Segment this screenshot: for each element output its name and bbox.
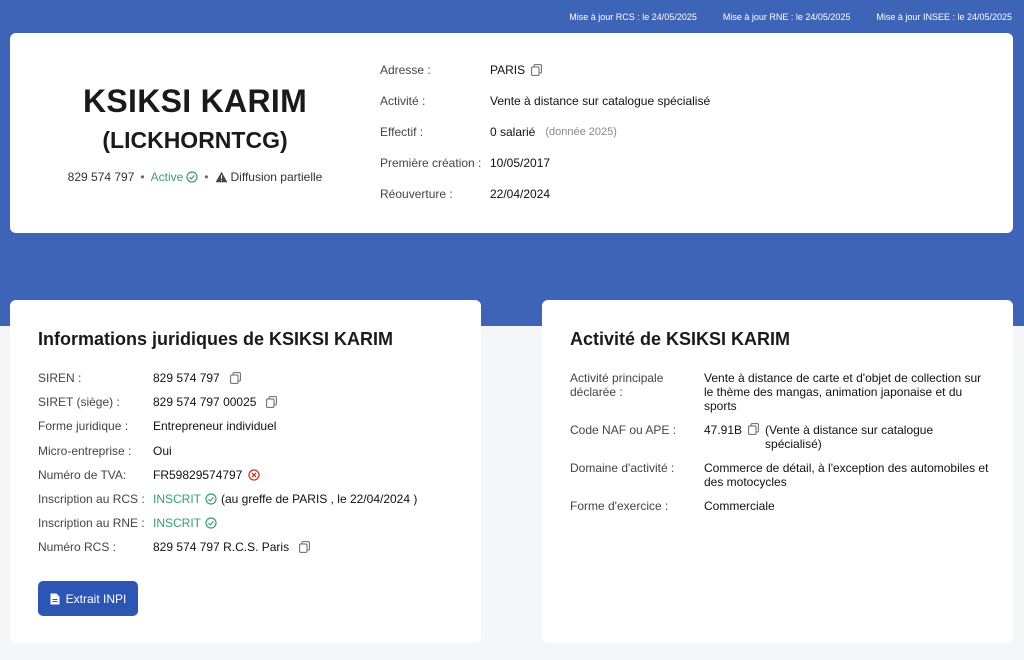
legal-row-form: Forme juridique : Entrepreneur individue…: [38, 419, 417, 443]
company-identity: KSIKSI KARIM (LICKHORNTCG) 829 574 797 •…: [10, 33, 380, 233]
legal-info-title: Informations juridiques de KSIKSI KARIM: [38, 329, 394, 349]
legal-row-siret: SIRET (siège) : 829 574 797 00025: [38, 395, 417, 419]
legal-form-value: Entrepreneur individuel: [153, 419, 277, 434]
exercise-value: Commerciale: [704, 499, 775, 513]
activity-title: Activité de KSIKSI KARIM: [570, 329, 791, 349]
copy-icon[interactable]: [299, 541, 310, 554]
summary-value: 0 salarié (donnée 2025): [490, 125, 617, 139]
update-insee: Mise à jour INSEE : le 24/05/2025: [876, 12, 1012, 22]
summary-label: Première création :: [380, 156, 482, 170]
activity-rows: Activité principale déclarée : Vente à d…: [570, 371, 990, 523]
summary-row-creation: Première création : 10/05/2017: [380, 156, 710, 187]
micro-value: Oui: [153, 443, 172, 458]
legal-info-rows: SIREN : 829 574 797 SIRET (siège) : 829 …: [38, 371, 417, 565]
activity-label: Code NAF ou APE :: [570, 423, 677, 437]
summary-row-activity: Activité : Vente à distance sur catalogu…: [380, 94, 710, 125]
rcs-status: INSCRIT: [153, 491, 201, 506]
legal-row-rcs: Inscription au RCS : INSCRIT (au greffe …: [38, 492, 417, 516]
creation-value: 10/05/2017: [490, 156, 551, 170]
summary-row-reopening: Réouverture : 22/04/2024: [380, 187, 710, 218]
hero-siren: 829 574 797: [67, 170, 135, 184]
rcs-detail: (au greffe de PARIS , le 22/04/2024 ): [221, 491, 418, 506]
headcount-value: 0 salarié: [490, 125, 536, 139]
legal-value: INSCRIT (au greffe de PARIS , le 22/04/2…: [153, 492, 417, 506]
company-header-card: KSIKSI KARIM (LICKHORNTCG) 829 574 797 •…: [10, 33, 1013, 233]
summary-label: Activité :: [380, 94, 426, 108]
activity-card: Activité de KSIKSI KARIM Activité princi…: [542, 300, 1013, 643]
summary-label: Effectif :: [380, 125, 424, 139]
rne-status: INSCRIT: [153, 516, 201, 531]
check-circle-icon: [205, 517, 217, 529]
diffusion-label: Diffusion partielle: [230, 170, 323, 184]
activity-value: 47.91B (Vente à distance sur catalogue s…: [704, 423, 990, 451]
x-circle-icon: [248, 469, 261, 481]
activity-row-exercise: Forme d'exercice : Commerciale: [570, 499, 990, 513]
update-rne: Mise à jour RNE : le 24/05/2025: [722, 12, 851, 22]
copy-icon[interactable]: [266, 396, 278, 409]
address-value: PARIS: [490, 63, 526, 77]
extrait-inpi-label: Extrait INPI: [65, 591, 127, 606]
summary-label: Adresse :: [380, 63, 431, 77]
document-icon: [50, 593, 60, 605]
legal-value: INSCRIT: [153, 516, 217, 530]
domain-value: Commerce de détail, à l'exception des au…: [704, 461, 989, 489]
company-meta: 829 574 797 • Active • Diffusion partiel…: [10, 170, 380, 184]
legal-value: FR59829574797: [153, 467, 261, 482]
check-circle-icon: [186, 171, 198, 183]
legal-label: SIRET (siège) :: [38, 395, 120, 410]
legal-row-rne: Inscription au RNE : INSCRIT: [38, 516, 417, 540]
summary-label: Réouverture :: [380, 187, 453, 201]
summary-value: PARIS: [490, 63, 543, 77]
activity-row-domain: Domaine d'activité : Commerce de détail,…: [570, 461, 990, 489]
company-summary: Adresse : PARIS Activité : Vente à dista…: [380, 63, 710, 218]
legal-value: 829 574 797: [153, 371, 241, 385]
company-alias: (LICKHORNTCG): [102, 127, 288, 153]
activity-label: Forme d'exercice :: [570, 499, 669, 513]
summary-row-address: Adresse : PARIS: [380, 63, 710, 94]
legal-row-vat: Numéro de TVA: FR59829574797: [38, 468, 417, 492]
separator: •: [204, 170, 209, 184]
legal-label: Inscription au RCS :: [38, 491, 145, 506]
legal-label: Micro-entreprise :: [38, 443, 132, 458]
legal-label: Forme juridique :: [38, 419, 129, 434]
siret-value: 829 574 797 00025: [153, 395, 257, 410]
company-name: KSIKSI KARIM: [82, 83, 308, 119]
check-circle-icon: [205, 493, 217, 505]
update-dates: Mise à jour RCS : le 24/05/2025 Mise à j…: [569, 12, 1012, 22]
main-activity-value: Vente à distance de carte et d'objet de …: [704, 371, 982, 413]
legal-label: SIREN :: [38, 371, 82, 385]
naf-code: 47.91B: [704, 423, 743, 437]
legal-label: Numéro de TVA:: [38, 467, 127, 482]
copy-icon[interactable]: [748, 423, 759, 435]
activity-value: Vente à distance sur catalogue spécialis…: [490, 94, 711, 108]
siren-value: 829 574 797: [153, 371, 220, 385]
legal-info-card: Informations juridiques de KSIKSI KARIM …: [10, 300, 481, 643]
activity-label: Activité principale déclarée :: [570, 371, 664, 399]
headcount-note: (donnée 2025): [545, 126, 617, 138]
activity-row-naf: Code NAF ou APE : 47.91B (Vente à distan…: [570, 423, 990, 451]
extrait-inpi-button[interactable]: Extrait INPI: [38, 581, 138, 616]
copy-icon[interactable]: [531, 64, 543, 76]
vat-value: FR59829574797: [153, 467, 243, 482]
activity-row-main: Activité principale déclarée : Vente à d…: [570, 371, 990, 413]
warning-icon: [215, 171, 228, 183]
update-rcs: Mise à jour RCS : le 24/05/2025: [569, 12, 697, 22]
legal-label: Numéro RCS :: [38, 540, 117, 555]
naf-label: (Vente à distance sur catalogue spéciali…: [765, 423, 934, 451]
status-label: Active: [150, 170, 184, 184]
legal-value: 829 574 797 R.C.S. Paris: [153, 540, 310, 554]
rcs-number-value: 829 574 797 R.C.S. Paris: [153, 540, 290, 555]
separator: •: [140, 170, 145, 184]
legal-row-micro: Micro-entreprise : Oui: [38, 444, 417, 468]
legal-row-rcs-number: Numéro RCS : 829 574 797 R.C.S. Paris: [38, 540, 417, 564]
summary-row-headcount: Effectif : 0 salarié (donnée 2025): [380, 125, 710, 156]
legal-label: Inscription au RNE :: [38, 516, 145, 531]
status-badge: Active: [151, 170, 199, 184]
legal-value: 829 574 797 00025: [153, 395, 278, 410]
activity-label: Domaine d'activité :: [570, 461, 675, 475]
reopening-value: 22/04/2024: [490, 187, 551, 201]
copy-icon[interactable]: [229, 372, 241, 384]
diffusion-badge: Diffusion partielle: [215, 170, 323, 184]
legal-row-siren: SIREN : 829 574 797: [38, 371, 417, 395]
